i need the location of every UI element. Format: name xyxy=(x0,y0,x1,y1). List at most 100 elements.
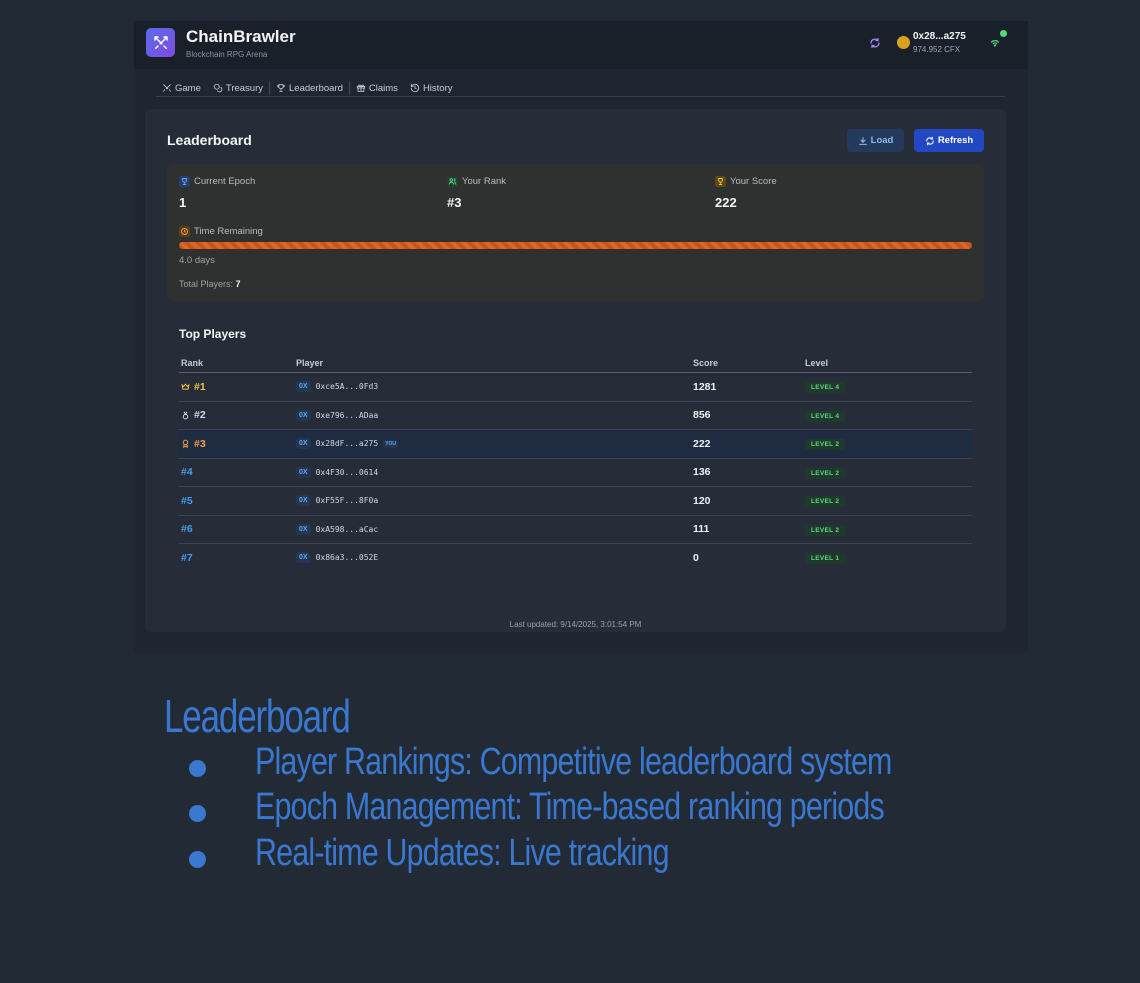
score-cell: 111 xyxy=(693,523,710,536)
player-address[interactable]: 0X 0xF55F...8F0a xyxy=(296,495,689,507)
table-row-current-player[interactable]: #3 0X 0x28dF...a275 YOU 222 LEVEL 2 xyxy=(179,429,972,459)
tab-label: Treasury xyxy=(225,82,264,94)
trophy-icon xyxy=(715,176,726,187)
current-epoch-value: 1 xyxy=(179,195,187,210)
column-header-level: Level xyxy=(803,353,972,373)
medal-icon xyxy=(182,411,189,420)
level-badge: LEVEL 2 xyxy=(805,524,846,536)
your-score-label: Your Score xyxy=(715,176,777,187)
tab-leaderboard[interactable]: Leaderboard xyxy=(270,81,349,95)
address-prefix-badge: 0X xyxy=(296,438,311,450)
cfx-coin-icon xyxy=(897,36,910,49)
level-badge: LEVEL 2 xyxy=(805,496,846,508)
rank-cell: #2 xyxy=(181,409,292,421)
address-prefix-badge: 0X xyxy=(296,523,311,535)
time-remaining-label: Time Remaining xyxy=(179,226,263,237)
tab-label: Leaderboard xyxy=(289,82,343,94)
score-cell: 0 xyxy=(693,551,699,564)
score-cell: 1281 xyxy=(693,380,717,393)
score-cell: 120 xyxy=(693,494,711,507)
table-row[interactable]: #4 0X 0x4F30...0614 136 LEVEL 2 xyxy=(179,458,972,487)
you-badge: YOU xyxy=(383,439,399,448)
tab-label: History xyxy=(422,82,453,94)
column-header-rank: Rank xyxy=(179,353,294,373)
sync-icon[interactable] xyxy=(869,37,881,49)
table-row[interactable]: #6 0X 0xA598...aCac 111 LEVEL 2 xyxy=(179,515,972,544)
epoch-summary: Current Epoch 1 Your Rank #3 Your Score … xyxy=(167,164,984,301)
player-address[interactable]: 0X 0x28dF...a275 YOU xyxy=(296,438,689,450)
tab-treasury[interactable]: Treasury xyxy=(207,81,269,95)
award-icon xyxy=(182,439,189,449)
rank-cell: #3 xyxy=(181,438,292,450)
score-cell: 222 xyxy=(693,437,711,450)
slide-title: Leaderboard xyxy=(164,690,351,742)
slide-bullet: Epoch Management: Time-based ranking per… xyxy=(255,786,885,828)
wallet-address[interactable]: 0x28...a275 xyxy=(913,31,966,42)
tab-history[interactable]: History xyxy=(404,81,459,95)
gift-icon xyxy=(356,84,366,92)
history-icon xyxy=(410,83,420,93)
address-prefix-badge: 0X xyxy=(296,409,311,421)
load-button[interactable]: Load xyxy=(847,129,904,152)
player-address[interactable]: 0X 0x86a3...052E xyxy=(296,552,689,564)
online-status-dot xyxy=(999,29,1008,38)
time-remaining-progress-bar xyxy=(179,242,972,249)
wallet-balance: 974.952 CFX xyxy=(913,45,961,54)
total-players-label: Total Players: xyxy=(179,279,234,289)
bullet-dot xyxy=(189,851,206,868)
table-row[interactable]: #2 0X 0xe796...ADaa 856 LEVEL 4 xyxy=(179,401,972,430)
player-address[interactable]: 0X 0x4F30...0614 xyxy=(296,466,689,478)
player-address[interactable]: 0X 0xA598...aCac xyxy=(296,523,689,535)
total-players: Total Players: 7 xyxy=(179,279,241,289)
column-header-player: Player xyxy=(294,353,691,373)
your-rank-label: Your Rank xyxy=(447,176,506,187)
score-cell: 136 xyxy=(693,466,711,479)
slide-bullet: Player Rankings: Competitive leaderboard… xyxy=(255,741,892,783)
table-row[interactable]: #5 0X 0xF55F...8F0a 120 LEVEL 2 xyxy=(179,486,972,516)
address-prefix-badge: 0X xyxy=(296,466,311,478)
app-subtitle: Blockchain RPG Arena xyxy=(186,50,268,59)
column-header-score: Score xyxy=(691,353,803,373)
level-badge: LEVEL 4 xyxy=(805,382,846,394)
rank-cell: #1 xyxy=(181,381,292,393)
address-prefix-badge: 0X xyxy=(296,552,311,564)
wifi-icon xyxy=(990,40,1000,47)
app-name: ChainBrawler xyxy=(186,27,296,46)
your-rank-value: #3 xyxy=(447,195,462,210)
tab-game[interactable]: Game xyxy=(156,81,207,95)
users-icon xyxy=(447,176,458,187)
bullet-dot xyxy=(189,805,206,822)
last-updated: Last updated: 9/14/2025, 3:01:54 PM xyxy=(509,620,642,629)
leaderboard-panel: Leaderboard Load Refresh Current Epoch 1… xyxy=(145,109,1006,632)
swords-icon xyxy=(163,84,171,92)
top-bar: ChainBrawler Blockchain RPG Arena 0x28..… xyxy=(134,21,1028,69)
address-prefix-badge: 0X xyxy=(296,381,311,393)
panel-title: Leaderboard xyxy=(167,132,252,148)
trophy-icon xyxy=(277,84,285,92)
table-row[interactable]: #1 0X 0xce5A...0Fd3 1281 LEVEL 4 xyxy=(179,372,972,402)
level-badge: LEVEL 2 xyxy=(805,439,846,451)
refresh-label: Refresh xyxy=(937,135,974,146)
coins-icon xyxy=(213,83,223,93)
table-header-row: Rank Player Score Level xyxy=(179,353,972,373)
refresh-button[interactable]: Refresh xyxy=(914,129,984,152)
top-players-card: Top Players Rank Player Score Level #1 0… xyxy=(167,316,984,586)
time-remaining-value: 4.0 days xyxy=(179,255,215,266)
app-logo-icon[interactable] xyxy=(146,28,175,57)
level-badge: LEVEL 1 xyxy=(805,553,846,565)
refresh-icon xyxy=(925,136,934,145)
player-address[interactable]: 0X 0xe796...ADaa xyxy=(296,409,689,421)
your-score-value: 222 xyxy=(715,195,737,210)
total-players-value: 7 xyxy=(235,279,241,289)
table-row[interactable]: #7 0X 0x86a3...052E 0 LEVEL 1 xyxy=(179,544,972,572)
tab-label: Game xyxy=(175,82,201,94)
download-icon xyxy=(858,136,867,145)
slide-bullet: Real-time Updates: Live tracking xyxy=(255,832,670,874)
top-players-title: Top Players xyxy=(179,327,247,341)
player-address[interactable]: 0X 0xce5A...0Fd3 xyxy=(296,381,689,393)
tab-claims[interactable]: Claims xyxy=(350,81,404,95)
rank-cell: #6 xyxy=(181,523,193,536)
trophy-icon xyxy=(179,176,190,187)
crown-icon xyxy=(181,383,190,390)
current-epoch-label: Current Epoch xyxy=(179,176,255,187)
